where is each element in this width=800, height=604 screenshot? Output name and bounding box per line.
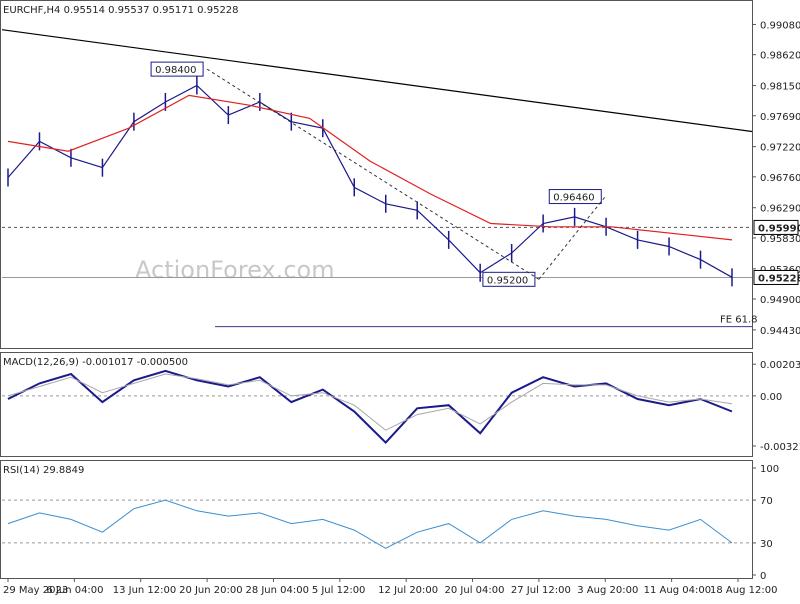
chart-root: EURCHF,H4 0.95514 0.95537 0.95171 0.9522… — [0, 0, 800, 600]
x-tick-label: 5 Jul 12:00 — [312, 585, 366, 596]
price-y-tick-label: 0.99080 — [760, 20, 800, 31]
price-y-tick-label: 0.97690 — [760, 112, 800, 123]
rsi-y-tick-label: 30 — [760, 539, 773, 550]
macd-y-tick-label: 0.002031 — [760, 360, 800, 371]
rsi-y-tick-label: 0 — [760, 571, 766, 582]
price-panel-frame — [0, 0, 753, 349]
rsi-y-tick-label: 100 — [760, 464, 779, 475]
rsi-y-tick-label: 70 — [760, 496, 773, 507]
rsi-panel-header: RSI(14) 29.8849 — [3, 465, 84, 476]
macd-y-tick-label: 0.00 — [760, 392, 782, 403]
price-y-tick-label: 0.94900 — [760, 295, 800, 306]
x-tick-label: 20 Jul 04:00 — [445, 585, 505, 596]
price-y-tick-label: 0.97220 — [760, 143, 800, 154]
price-panel-header: EURCHF,H4 0.95514 0.95537 0.95171 0.9522… — [3, 5, 239, 16]
price-y-tick-label: 0.98150 — [760, 82, 800, 93]
x-tick-label: 28 Jun 04:00 — [245, 585, 309, 596]
annotation-label: 0.98400 — [155, 65, 196, 76]
x-tick-label: 12 Jul 20:00 — [378, 585, 438, 596]
price-y-tick-label: 0.98620 — [760, 51, 800, 62]
annotation-label: 0.96460 — [553, 193, 594, 204]
price-axis-box-label: 0.95228 — [758, 273, 800, 284]
x-tick-label: 20 Jun 20:00 — [179, 585, 243, 596]
price-y-tick-label: 0.94430 — [760, 326, 800, 337]
macd-panel-header: MACD(12,26,9) -0.001017 -0.000500 — [3, 357, 188, 368]
chart-canvas: EURCHF,H4 0.95514 0.95537 0.95171 0.9522… — [0, 0, 800, 596]
price-y-tick-label: 0.96760 — [760, 173, 800, 184]
annotation-label: 0.95200 — [487, 275, 528, 286]
x-tick-label: 6 Jun 04:00 — [46, 585, 103, 596]
rsi-panel-frame — [0, 460, 753, 579]
fib-label: FE 61.8 — [720, 315, 758, 326]
x-tick-label: 11 Aug 04:00 — [644, 585, 711, 596]
price-y-tick-label: 0.96290 — [760, 204, 800, 215]
macd-y-tick-label: -0.003214 — [760, 442, 800, 453]
price-y-tick-label: 0.95830 — [760, 234, 800, 245]
macd-panel-frame — [0, 352, 753, 457]
watermark-text: ActionForex.com — [135, 256, 335, 284]
price-axis-box-label: 0.95990 — [758, 223, 800, 234]
x-tick-label: 18 Aug 12:00 — [710, 585, 777, 596]
x-tick-label: 27 Jul 12:00 — [511, 585, 571, 596]
x-tick-label: 13 Jun 12:00 — [113, 585, 177, 596]
x-tick-label: 3 Aug 20:00 — [577, 585, 638, 596]
